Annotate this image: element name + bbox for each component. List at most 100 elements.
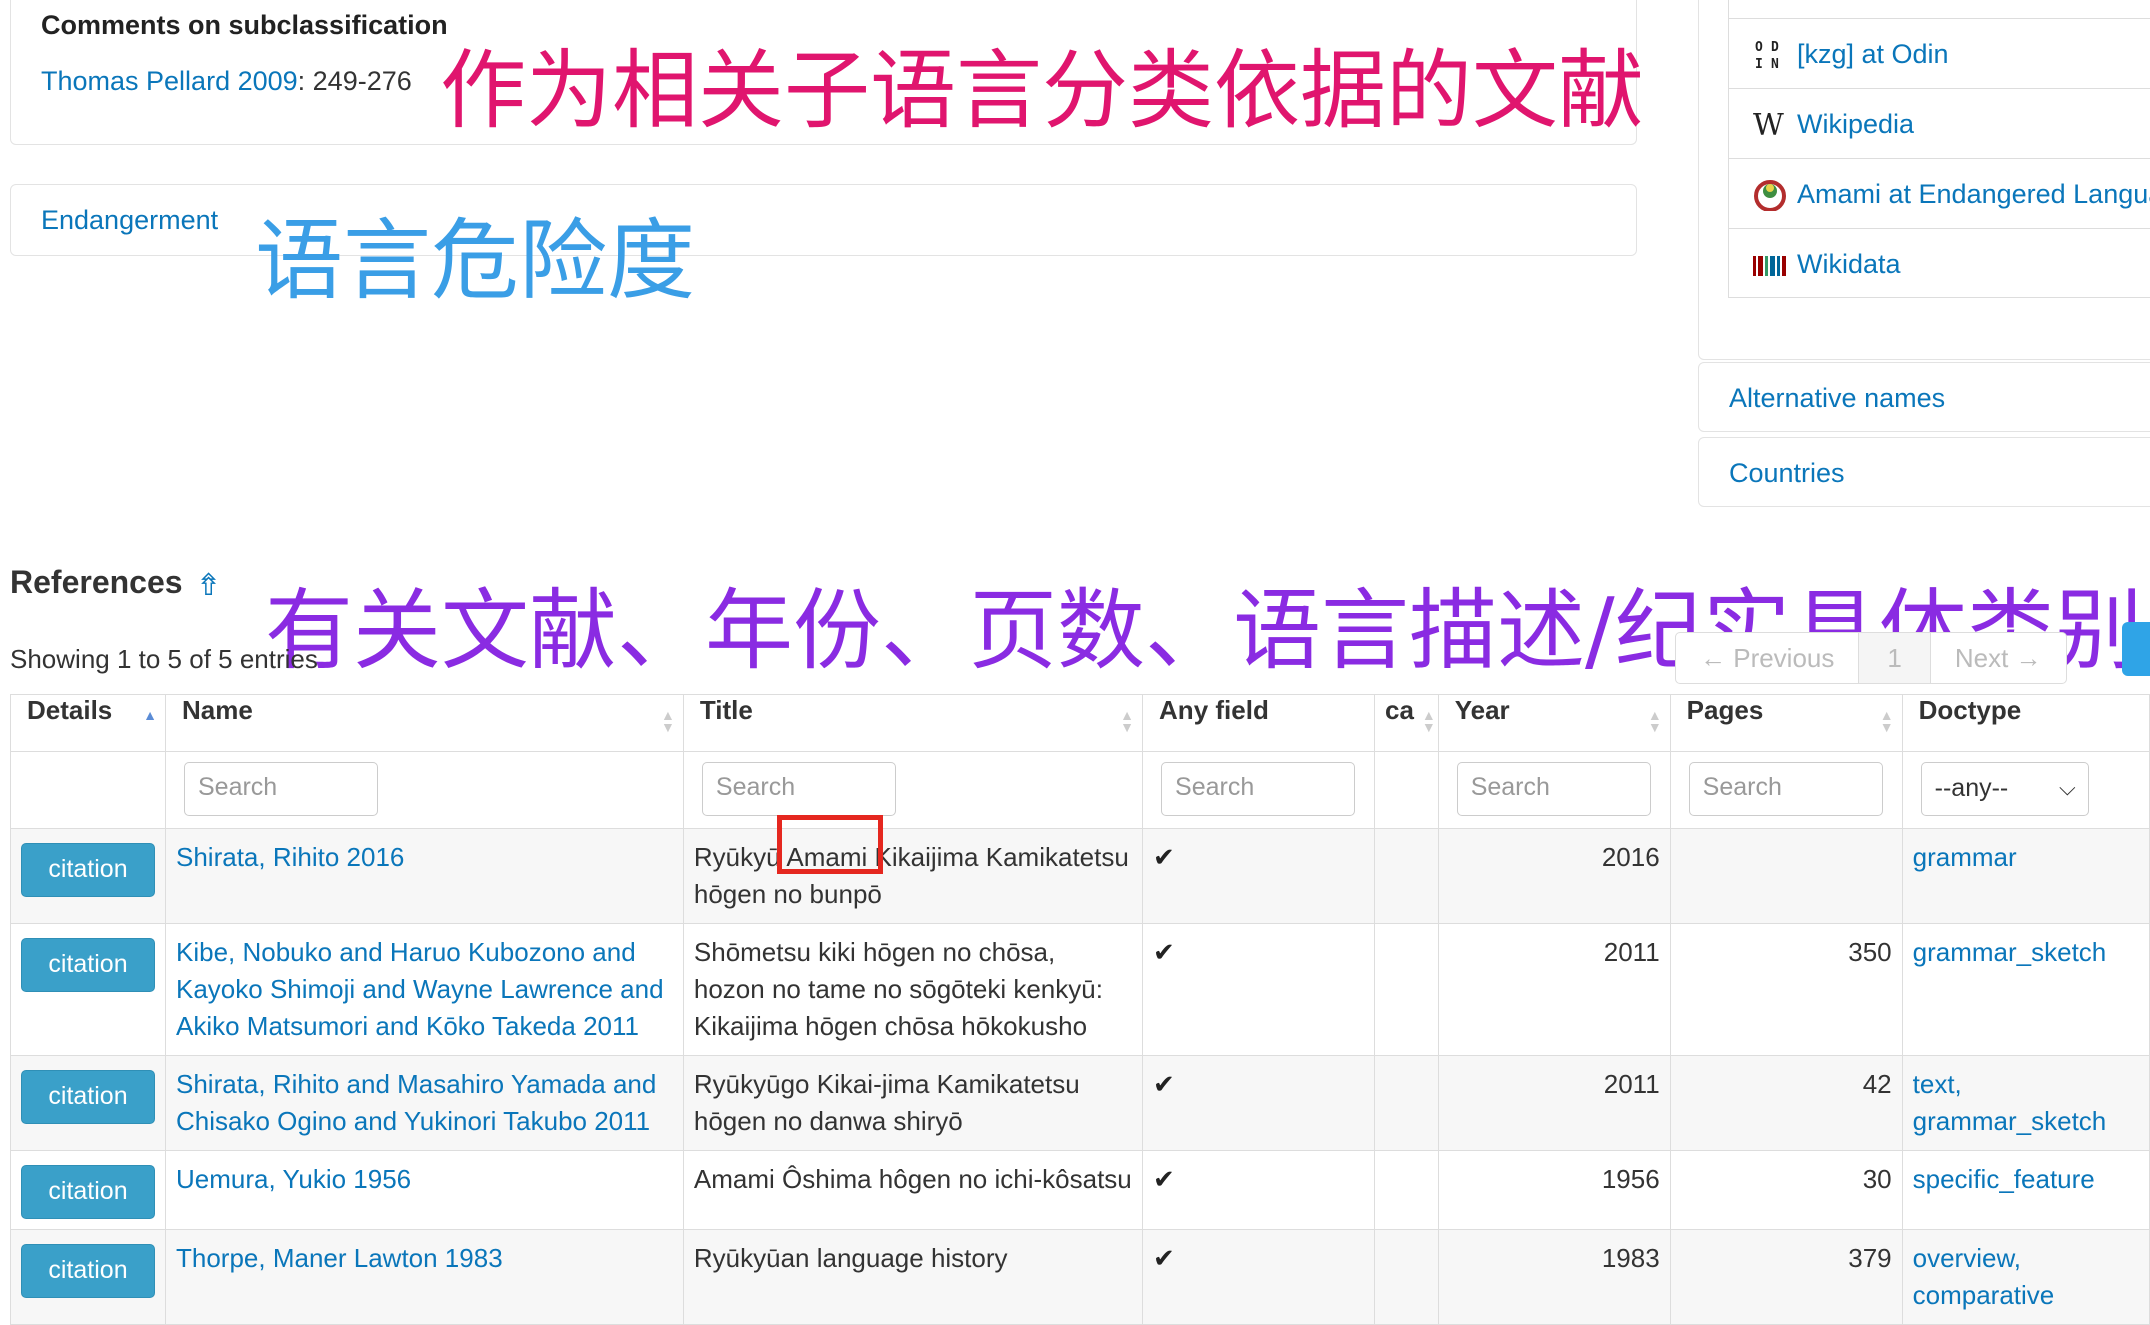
- checkmark-icon: ✔: [1153, 1164, 1175, 1194]
- ca-cell: [1374, 1055, 1439, 1151]
- column-doctype[interactable]: Doctype: [1901, 694, 2150, 752]
- reference-year: 1956: [1437, 1150, 1671, 1230]
- table-row: citation Shirata, Rihito 2016 Ryūkyū Ama…: [10, 828, 2150, 924]
- countries-link[interactable]: Countries: [1729, 458, 1845, 489]
- resource-label-odin[interactable]: [kzg] at Odin: [1797, 39, 1949, 70]
- table-row: citation Uemura, Yukio 1956 Amami Ôshima…: [10, 1150, 2150, 1230]
- wikipedia-icon: W: [1753, 107, 1787, 143]
- citation-button[interactable]: citation: [21, 1165, 155, 1219]
- odin-icon: O D I N: [1753, 37, 1787, 72]
- resource-item-odin[interactable]: O D I N [kzg] at Odin: [1728, 18, 2150, 88]
- doctype-link[interactable]: grammar: [1913, 842, 2017, 872]
- reference-name-link[interactable]: Shirata, Rihito and Masahiro Yamada and …: [176, 1069, 656, 1136]
- column-title[interactable]: Title ▲ ▼: [682, 694, 1144, 752]
- svg-text:W: W: [1753, 108, 1784, 141]
- citation-button[interactable]: citation: [21, 1070, 155, 1124]
- chevron-down-icon: ⌵: [2058, 775, 2076, 800]
- subclassification-heading: Comments on subclassification: [41, 10, 448, 40]
- citation-button[interactable]: citation: [21, 1244, 155, 1298]
- table-row: citation Thorpe, Maner Lawton 1983 Ryūky…: [10, 1229, 2150, 1325]
- ca-cell: [1374, 923, 1439, 1056]
- column-pages[interactable]: Pages ▲ ▼: [1669, 694, 1903, 752]
- name-search-input[interactable]: Search: [184, 762, 378, 816]
- pages-search-input[interactable]: Search: [1688, 762, 1883, 816]
- reference-title: Ryūkyūan language history: [682, 1229, 1144, 1325]
- pagination: ← Previous 1 Next →: [1675, 632, 2067, 684]
- previous-page-button[interactable]: ← Previous: [1676, 633, 1860, 683]
- table-row: citation Kibe, Nobuko and Haruo Kubozono…: [10, 923, 2150, 1056]
- resource-item-wikipedia[interactable]: W Wikipedia: [1728, 88, 2150, 158]
- alternative-names-panel[interactable]: Alternative names: [1698, 362, 2150, 432]
- reference-name-link[interactable]: Thorpe, Maner Lawton 1983: [176, 1243, 503, 1273]
- doctype-link[interactable]: grammar_sketch: [1913, 937, 2107, 967]
- table-row: citation Shirata, Rihito and Masahiro Ya…: [10, 1055, 2150, 1151]
- ca-cell: [1374, 1229, 1439, 1325]
- year-search-input[interactable]: Search: [1456, 762, 1651, 816]
- any-field-search-input[interactable]: Search: [1161, 762, 1356, 816]
- citation-button[interactable]: citation: [21, 938, 155, 992]
- reference-title: Ryūkyūgo Kikai-jima Kamikatetsu hōgen no…: [682, 1055, 1144, 1151]
- resource-label-wikidata[interactable]: Wikidata: [1797, 249, 1901, 280]
- doctype-link[interactable]: specific_feature: [1913, 1164, 2095, 1194]
- references-heading: References: [10, 564, 183, 600]
- reference-name-link[interactable]: Shirata, Rihito 2016: [176, 842, 404, 872]
- svg-text:N: N: [1771, 57, 1779, 71]
- reference-pages: 379: [1669, 1229, 1903, 1325]
- up-arrow-icon[interactable]: ⇮: [196, 568, 221, 603]
- title-search-input[interactable]: Search: [701, 762, 896, 816]
- checkmark-icon: ✔: [1153, 1069, 1175, 1099]
- reference-title: Amami Ôshima hôgen no ichi-kôsatsu: [682, 1150, 1144, 1230]
- resource-item-endangered-languages[interactable]: Amami at Endangered Langua: [1728, 158, 2150, 228]
- references-table: Details ▲ Name ▲ ▼ Title ▲ ▼ Any field ca ▲ ▼ Y…: [10, 694, 2150, 1325]
- column-details[interactable]: Details ▲: [10, 694, 166, 752]
- sort-icon: ▲ ▼: [1120, 707, 1135, 735]
- column-ca[interactable]: ca ▲ ▼: [1374, 694, 1439, 752]
- svg-text:O: O: [1755, 40, 1763, 55]
- subclassification-annotation: 作为相关子语言分类依据的文献: [440, 41, 1644, 141]
- column-any-field[interactable]: Any field: [1142, 694, 1375, 752]
- resource-item-partial: [1728, 0, 2150, 18]
- reference-title: Ryūkyū Amami Kikaijima Kamikatetsu hōgen…: [682, 828, 1144, 924]
- column-name[interactable]: Name ▲ ▼: [165, 694, 684, 752]
- reference-pages: [1669, 828, 1903, 924]
- doctype-link[interactable]: text, grammar_sketch: [1913, 1069, 2107, 1136]
- doctype-link[interactable]: overview, comparative: [1913, 1243, 2055, 1310]
- highlight-annotation-box: [777, 815, 883, 874]
- reference-name-link[interactable]: Kibe, Nobuko and Haruo Kubozono and Kayo…: [176, 937, 664, 1041]
- column-year[interactable]: Year ▲ ▼: [1437, 694, 1671, 752]
- ca-cell: [1374, 828, 1439, 924]
- citation-button[interactable]: citation: [21, 843, 155, 897]
- reference-year: 2011: [1437, 1055, 1671, 1151]
- sort-icon: ▲ ▼: [1879, 707, 1894, 735]
- checkmark-icon: ✔: [1153, 1243, 1175, 1273]
- doctype-select[interactable]: --any-- ⌵: [1920, 762, 2089, 816]
- page-1-button[interactable]: 1: [1859, 633, 1931, 683]
- entries-count: Showing 1 to 5 of 5 entries: [10, 644, 318, 674]
- countries-panel[interactable]: Countries: [1698, 437, 2150, 507]
- endangerment-link[interactable]: Endangerment: [41, 205, 218, 236]
- endangerment-annotation: 语言危险度: [255, 209, 696, 312]
- reference-year: 2016: [1437, 828, 1671, 924]
- svg-text:I: I: [1755, 57, 1763, 71]
- subclassification-reference: Thomas Pellard 2009: 249-276: [41, 66, 412, 97]
- ca-filter-cell: [1374, 751, 1439, 829]
- resource-item-wikidata[interactable]: Wikidata: [1728, 228, 2150, 298]
- sort-asc-icon: ▲: [143, 707, 157, 723]
- sort-icon: ▲ ▼: [1421, 707, 1436, 735]
- export-button[interactable]: [2122, 622, 2150, 676]
- resource-label-wikipedia[interactable]: Wikipedia: [1797, 109, 1914, 140]
- ca-cell: [1374, 1150, 1439, 1230]
- alternative-names-link[interactable]: Alternative names: [1729, 383, 1945, 414]
- pellard-2009-link[interactable]: Thomas Pellard 2009: [41, 66, 298, 96]
- reference-pages: : 249-276: [297, 66, 412, 96]
- reference-pages: 30: [1669, 1150, 1903, 1230]
- reference-name-link[interactable]: Uemura, Yukio 1956: [176, 1164, 411, 1194]
- sort-icon: ▲ ▼: [1647, 707, 1662, 735]
- resource-label-endangered-languages[interactable]: Amami at Endangered Langua: [1797, 179, 2150, 210]
- checkmark-icon: ✔: [1153, 842, 1175, 872]
- next-page-button[interactable]: Next →: [1931, 633, 2066, 683]
- reference-year: 1983: [1437, 1229, 1671, 1325]
- endangered-languages-icon: [1753, 177, 1787, 212]
- reference-pages: 350: [1669, 923, 1903, 1056]
- wikidata-icon: [1753, 247, 1787, 281]
